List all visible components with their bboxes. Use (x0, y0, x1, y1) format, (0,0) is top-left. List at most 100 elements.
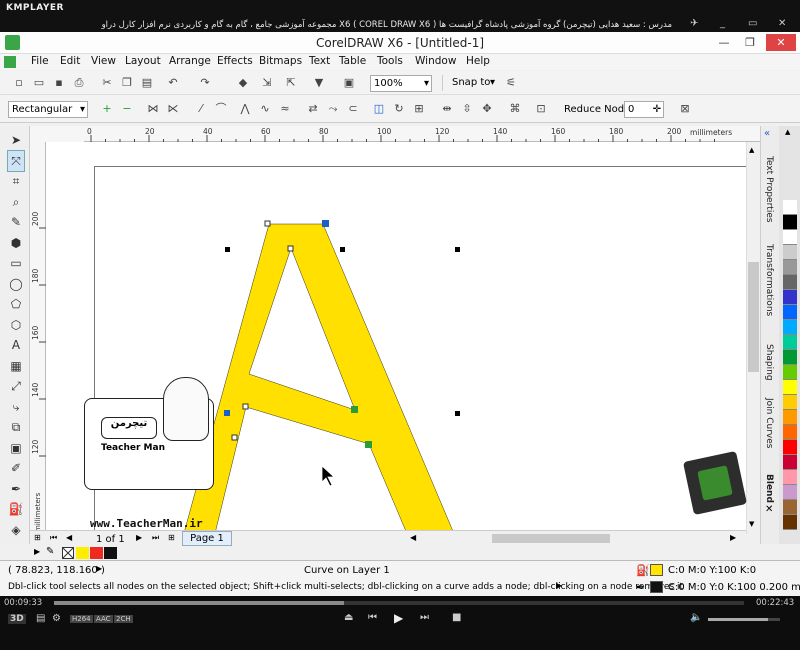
volume-bar[interactable] (708, 618, 780, 621)
freehand-tool-icon[interactable]: ✎ (8, 212, 24, 233)
minimize-button[interactable]: — (712, 34, 736, 51)
snap-to-label[interactable]: Snap to (452, 77, 490, 88)
node[interactable] (242, 403, 249, 410)
blend-tool-icon[interactable]: ⧉ (8, 417, 24, 438)
new-icon[interactable]: ▫ (12, 76, 26, 90)
fill-tool-icon[interactable]: ⛽ (8, 499, 24, 520)
zoom-tool-icon[interactable]: ⌕ (8, 192, 24, 213)
scroll-up-icon[interactable]: ▲ (749, 146, 754, 154)
palette-swatch[interactable] (783, 485, 797, 500)
application-launcher-icon[interactable]: ▼ (312, 76, 326, 90)
menu-effects[interactable]: Effects (217, 55, 253, 67)
text-tool-icon[interactable]: A (8, 335, 24, 356)
palette-swatch[interactable] (783, 260, 797, 275)
kmp-close-button[interactable]: ✕ (778, 18, 786, 29)
prev-page-icon[interactable]: ◀ (66, 533, 72, 542)
next-page-icon[interactable]: ▶ (136, 533, 142, 542)
stretch-nodes-icon[interactable]: ◫ (372, 102, 386, 116)
menu-window[interactable]: Window (415, 55, 456, 67)
add-page-after-icon[interactable]: ⊞ (168, 533, 175, 542)
paste-icon[interactable]: ▤ (140, 76, 154, 90)
play-icon[interactable]: ▶ (394, 611, 403, 625)
welcome-screen-icon[interactable]: ▣ (342, 76, 356, 90)
kmp-restore-button[interactable]: ▭ (748, 18, 757, 29)
palette-swatch[interactable] (783, 440, 797, 455)
zoom-select[interactable]: 100% ▾ (370, 75, 432, 92)
palette-swatch[interactable] (783, 350, 797, 365)
eyedropper-tool-icon[interactable]: ✐ (8, 458, 24, 479)
outline-swatch[interactable] (650, 581, 663, 593)
mirror-vertical-icon[interactable]: ⇳ (460, 102, 474, 116)
menu-text[interactable]: Text (309, 55, 330, 67)
menu-tools[interactable]: Tools (377, 55, 403, 67)
previous-icon[interactable]: ⏮ (368, 612, 377, 623)
palette-swatch[interactable] (783, 455, 797, 470)
bounding-box-icon[interactable]: ⊠ (678, 102, 692, 116)
mode-3d-badge[interactable]: 3D (8, 614, 26, 624)
node-blue[interactable] (224, 410, 230, 416)
no-color-swatch[interactable] (62, 547, 74, 559)
palette-swatch[interactable] (783, 215, 797, 230)
stop-icon[interactable]: ■ (452, 612, 461, 623)
seek-bar[interactable] (54, 601, 744, 605)
scroll-down-icon[interactable]: ▼ (749, 520, 754, 528)
smooth-node-icon[interactable]: ∿ (258, 102, 272, 116)
search-content-icon[interactable]: ◆ (236, 76, 250, 90)
cusp-node-icon[interactable]: ⋀ (238, 102, 252, 116)
extract-subpath-icon[interactable]: ⊂ (346, 102, 360, 116)
table-tool-icon[interactable]: ▦ (8, 356, 24, 377)
redo-icon[interactable]: ↷ (198, 76, 212, 90)
palette-swatch[interactable] (783, 380, 797, 395)
volume-icon[interactable]: 🔈 (690, 612, 702, 623)
rectangle-tool-icon[interactable]: ▭ (8, 253, 24, 274)
menu-file[interactable]: File (31, 55, 49, 67)
palette-swatch[interactable] (783, 230, 797, 245)
import-icon[interactable]: ⇲ (260, 76, 274, 90)
to-line-icon[interactable]: ⁄ (194, 102, 208, 116)
basic-shapes-icon[interactable]: ⬡ (8, 315, 24, 336)
docker-text-properties[interactable]: Text Properties (764, 156, 774, 223)
palette-swatch[interactable] (783, 365, 797, 380)
eyedropper-icon[interactable]: ✎ (46, 546, 54, 557)
snap-dropdown-icon[interactable]: ▾ (490, 77, 495, 88)
fill-bucket-icon[interactable]: ⛽ (636, 564, 650, 577)
settings-icon[interactable]: ⚙ (52, 613, 61, 624)
palette-swatch[interactable] (783, 425, 797, 440)
dimension-tool-icon[interactable]: ⤢ (8, 376, 24, 397)
palette-scroll-up-icon[interactable]: ▲ (785, 128, 790, 136)
menu-bitmaps[interactable]: Bitmaps (259, 55, 302, 67)
break-curve-icon[interactable]: ⋉ (166, 102, 180, 116)
vertical-scrollbar[interactable]: ▲ ▼ (746, 142, 760, 534)
page-tab[interactable]: Page 1 (182, 531, 232, 546)
letter-a-shape[interactable] (176, 223, 466, 534)
node-green[interactable] (365, 441, 372, 448)
options-icon[interactable]: ⚟ (504, 76, 518, 90)
palette-swatch[interactable] (783, 500, 797, 515)
docker-transformations[interactable]: Transformations (764, 244, 774, 316)
docker-join-curves[interactable]: Join Curves (764, 398, 774, 448)
doc-icon[interactable] (4, 56, 16, 68)
extend-curve-icon[interactable]: ⤳ (326, 102, 340, 116)
curve-smoothness-input[interactable]: 0 ✛ (624, 101, 664, 118)
node[interactable] (231, 434, 238, 441)
palette-swatch[interactable] (783, 410, 797, 425)
ellipse-tool-icon[interactable]: ◯ (8, 274, 24, 295)
palette-swatch[interactable] (783, 320, 797, 335)
close-button[interactable]: ✕ (766, 34, 796, 51)
docker-shaping[interactable]: Shaping (764, 344, 774, 381)
palette-swatch[interactable] (783, 275, 797, 290)
mirror-horizontal-icon[interactable]: ⇹ (440, 102, 454, 116)
doc-palette-swatch[interactable] (90, 547, 103, 559)
selection-handle[interactable] (340, 247, 345, 252)
drawing-canvas[interactable]: تیچرمن Teacher Man www.TeacherMan.ir (46, 142, 760, 534)
save-icon[interactable]: ▪ (52, 76, 66, 90)
smart-fill-icon[interactable]: ⬢ (8, 233, 24, 254)
select-all-nodes-icon[interactable]: ⊡ (534, 102, 548, 116)
join-nodes-icon[interactable]: ⋈ (146, 102, 160, 116)
node[interactable] (287, 245, 294, 252)
interactive-fill-icon[interactable]: ◈ (8, 520, 24, 541)
collapse-docker-icon[interactable]: « (764, 128, 770, 139)
to-curve-icon[interactable]: ⌒ (214, 102, 228, 116)
elastic-mode-icon[interactable]: ⌘ (508, 102, 522, 116)
shape-tool-icon[interactable]: ⤧ (7, 149, 25, 172)
